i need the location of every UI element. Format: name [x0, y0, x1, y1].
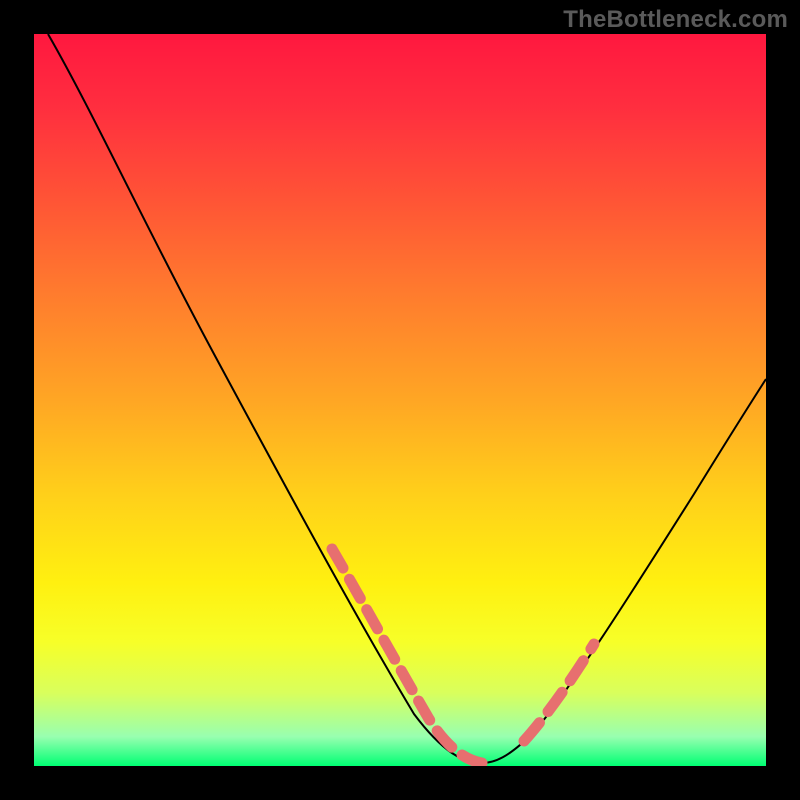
- highlight-segment-left: [332, 549, 482, 763]
- main-curve-line: [48, 34, 766, 763]
- highlight-segment-right: [524, 644, 594, 741]
- watermark-text: TheBottleneck.com: [563, 6, 788, 34]
- chart-frame: TheBottleneck.com: [0, 0, 800, 800]
- plot-area: [34, 34, 766, 766]
- chart-svg: [34, 34, 766, 766]
